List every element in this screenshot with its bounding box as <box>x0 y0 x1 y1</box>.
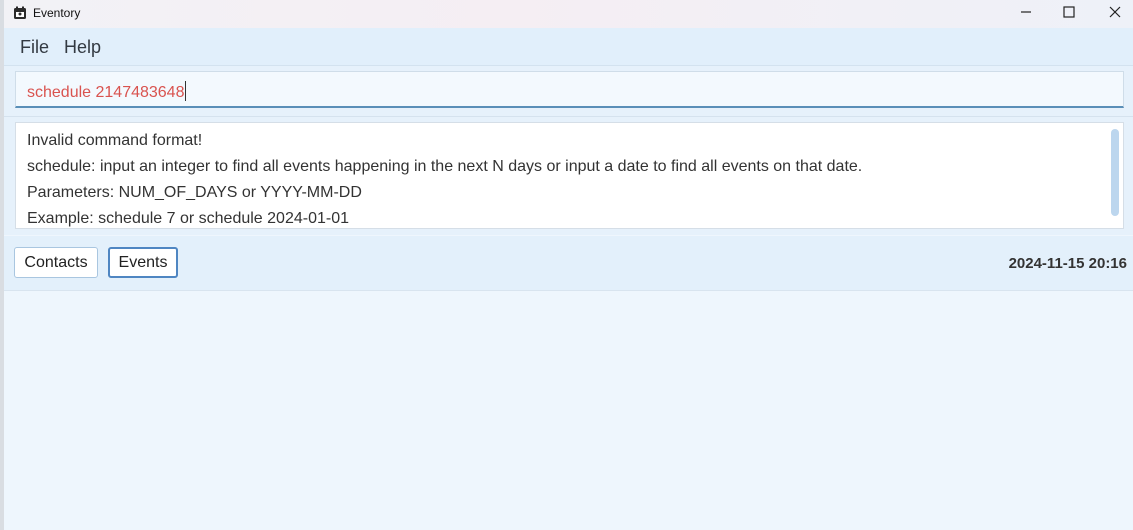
command-panel: schedule 2147483648 <box>4 66 1133 117</box>
maximize-icon <box>1063 5 1075 23</box>
close-button[interactable] <box>1092 0 1133 28</box>
app-window: Eventory File Help schedule 2147483648 I… <box>0 0 1133 530</box>
result-display[interactable]: Invalid command format! schedule: input … <box>15 122 1124 229</box>
result-line: Parameters: NUM_OF_DAYS or YYYY-MM-DD <box>27 184 362 201</box>
menu-help[interactable]: Help <box>64 37 101 58</box>
close-icon <box>1109 5 1121 23</box>
result-line: Invalid command format! <box>27 132 203 149</box>
minimize-icon <box>1020 5 1032 23</box>
result-line: Example: schedule 7 or schedule 2024-01-… <box>27 210 349 227</box>
result-scrollbar[interactable] <box>1111 129 1119 216</box>
menu-bar: File Help <box>4 28 1133 66</box>
command-input[interactable]: schedule 2147483648 <box>15 71 1124 108</box>
contacts-button[interactable]: Contacts <box>14 247 98 278</box>
calendar-icon <box>13 6 27 20</box>
result-panel: Invalid command format! schedule: input … <box>4 117 1133 235</box>
minimize-button[interactable] <box>1003 0 1049 28</box>
maximize-button[interactable] <box>1046 0 1092 28</box>
command-value: schedule 2147483648 <box>27 84 185 101</box>
window-title: Eventory <box>33 6 81 20</box>
text-caret <box>185 81 187 101</box>
title-bar[interactable]: Eventory <box>4 0 1133 28</box>
view-switcher-bar: Contacts Events 2024-11-15 20:16 <box>4 236 1133 291</box>
result-line: schedule: input an integer to find all e… <box>27 158 863 175</box>
current-datetime: 2024-11-15 20:16 <box>1008 255 1127 272</box>
command-input-text: schedule 2147483648 <box>27 81 187 102</box>
menu-file[interactable]: File <box>20 37 49 58</box>
events-list-area[interactable] <box>4 291 1133 530</box>
events-button[interactable]: Events <box>108 247 178 278</box>
